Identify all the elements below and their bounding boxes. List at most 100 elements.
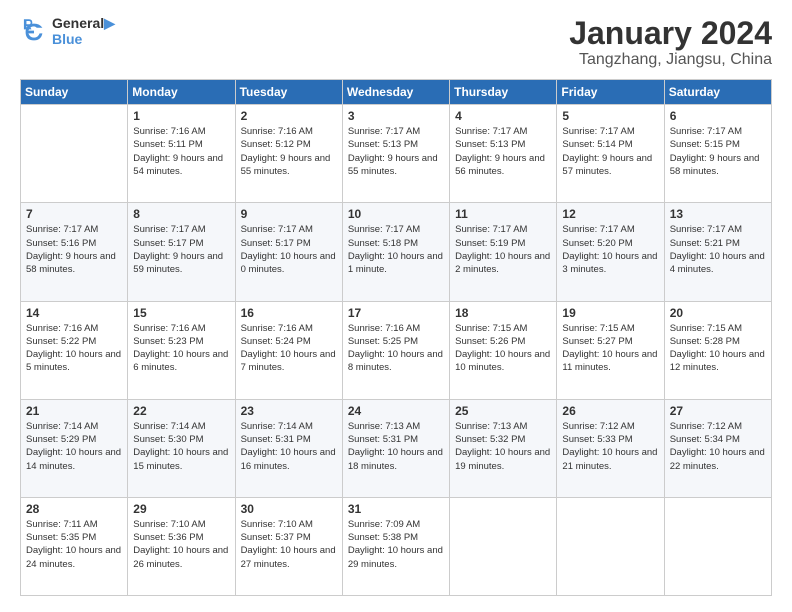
- day-number: 25: [455, 404, 551, 418]
- day-info: Sunrise: 7:16 AMSunset: 5:24 PMDaylight:…: [241, 322, 337, 375]
- day-info: Sunrise: 7:14 AMSunset: 5:31 PMDaylight:…: [241, 420, 337, 473]
- day-info: Sunrise: 7:17 AMSunset: 5:19 PMDaylight:…: [455, 223, 551, 276]
- day-number: 4: [455, 109, 551, 123]
- logo-icon: [20, 18, 48, 46]
- calendar-cell: 3Sunrise: 7:17 AMSunset: 5:13 PMDaylight…: [342, 105, 449, 203]
- day-number: 1: [133, 109, 229, 123]
- day-number: 6: [670, 109, 766, 123]
- calendar-cell: 5 Sunrise: 7:17 AMSunset: 5:14 PMDaylight…: [557, 105, 664, 203]
- calendar-cell: 26Sunrise: 7:12 AMSunset: 5:33 PMDayligh…: [557, 399, 664, 497]
- day-info: Sunrise: 7:12 AMSunset: 5:34 PMDaylight:…: [670, 420, 766, 473]
- day-number: 12: [562, 207, 658, 221]
- day-info: Sunrise: 7:15 AMSunset: 5:26 PMDaylight:…: [455, 322, 551, 375]
- day-info: Sunrise: 7:10 AMSunset: 5:36 PMDaylight:…: [133, 518, 229, 571]
- calendar-cell: 28 Sunrise: 7:11 AMSunset: 5:35 PMDayligh…: [21, 497, 128, 595]
- day-info: Sunrise: 7:17 AMSunset: 5:13 PMDaylight:…: [455, 125, 551, 178]
- calendar-cell: 25 Sunrise: 7:13 AMSunset: 5:32 PMDayligh…: [450, 399, 557, 497]
- calendar: SundayMondayTuesdayWednesdayThursdayFrid…: [20, 79, 772, 596]
- logo-text: General▶ Blue: [52, 16, 115, 47]
- calendar-cell: [450, 497, 557, 595]
- weekday-header-tuesday: Tuesday: [235, 80, 342, 105]
- day-number: 8: [133, 207, 229, 221]
- day-number: 24: [348, 404, 444, 418]
- day-number: 13: [670, 207, 766, 221]
- day-info: Sunrise: 7:10 AMSunset: 5:37 PMDaylight:…: [241, 518, 337, 571]
- location-subtitle: Tangzhang, Jiangsu, China: [569, 51, 772, 69]
- day-number: 16: [241, 306, 337, 320]
- day-number: 11: [455, 207, 551, 221]
- title-block: January 2024 Tangzhang, Jiangsu, China: [569, 16, 772, 69]
- day-info: Sunrise: 7:16 AMSunset: 5:25 PMDaylight:…: [348, 322, 444, 375]
- day-info: Sunrise: 7:17 AMSunset: 5:20 PMDaylight:…: [562, 223, 658, 276]
- day-info: Sunrise: 7:16 AMSunset: 5:23 PMDaylight:…: [133, 322, 229, 375]
- calendar-cell: 17 Sunrise: 7:16 AMSunset: 5:25 PMDayligh…: [342, 301, 449, 399]
- calendar-cell: 16 Sunrise: 7:16 AMSunset: 5:24 PMDayligh…: [235, 301, 342, 399]
- calendar-cell: 9 Sunrise: 7:17 AMSunset: 5:17 PMDaylight…: [235, 203, 342, 301]
- logo-general: General: [52, 15, 104, 31]
- day-number: 19: [562, 306, 658, 320]
- day-number: 22: [133, 404, 229, 418]
- calendar-cell: 27 Sunrise: 7:12 AMSunset: 5:34 PMDayligh…: [664, 399, 771, 497]
- weekday-header-sunday: Sunday: [21, 80, 128, 105]
- weekday-header-monday: Monday: [128, 80, 235, 105]
- day-info: Sunrise: 7:13 AMSunset: 5:31 PMDaylight:…: [348, 420, 444, 473]
- day-number: 3: [348, 109, 444, 123]
- day-number: 9: [241, 207, 337, 221]
- calendar-cell: 14 Sunrise: 7:16 AMSunset: 5:22 PMDayligh…: [21, 301, 128, 399]
- calendar-cell: 22 Sunrise: 7:14 AMSunset: 5:30 PMDayligh…: [128, 399, 235, 497]
- day-number: 15: [133, 306, 229, 320]
- weekday-header-friday: Friday: [557, 80, 664, 105]
- day-number: 27: [670, 404, 766, 418]
- logo-arrow: ▶: [104, 15, 115, 31]
- calendar-cell: [557, 497, 664, 595]
- day-number: 7: [26, 207, 122, 221]
- calendar-cell: 12 Sunrise: 7:17 AMSunset: 5:20 PMDayligh…: [557, 203, 664, 301]
- calendar-cell: [664, 497, 771, 595]
- day-info: Sunrise: 7:17 AMSunset: 5:15 PMDaylight:…: [670, 125, 766, 178]
- calendar-cell: 1Sunrise: 7:16 AMSunset: 5:11 PMDaylight…: [128, 105, 235, 203]
- day-info: Sunrise: 7:11 AMSunset: 5:35 PMDaylight:…: [26, 518, 122, 571]
- day-info: Sunrise: 7:17 AMSunset: 5:17 PMDaylight:…: [241, 223, 337, 276]
- day-number: 14: [26, 306, 122, 320]
- calendar-cell: 19 Sunrise: 7:15 AMSunset: 5:27 PMDayligh…: [557, 301, 664, 399]
- month-title: January 2024: [569, 16, 772, 51]
- day-number: 5: [562, 109, 658, 123]
- weekday-header-saturday: Saturday: [664, 80, 771, 105]
- day-info: Sunrise: 7:14 AMSunset: 5:30 PMDaylight:…: [133, 420, 229, 473]
- day-info: Sunrise: 7:15 AMSunset: 5:27 PMDaylight:…: [562, 322, 658, 375]
- day-info: Sunrise: 7:17 AMSunset: 5:16 PMDaylight:…: [26, 223, 122, 276]
- day-info: Sunrise: 7:16 AMSunset: 5:22 PMDaylight:…: [26, 322, 122, 375]
- day-info: Sunrise: 7:13 AMSunset: 5:32 PMDaylight:…: [455, 420, 551, 473]
- weekday-header-row: SundayMondayTuesdayWednesdayThursdayFrid…: [21, 80, 772, 105]
- calendar-cell: 4 Sunrise: 7:17 AMSunset: 5:13 PMDaylight…: [450, 105, 557, 203]
- calendar-cell: 18Sunrise: 7:15 AMSunset: 5:26 PMDayligh…: [450, 301, 557, 399]
- calendar-cell: 30 Sunrise: 7:10 AMSunset: 5:37 PMDayligh…: [235, 497, 342, 595]
- day-number: 30: [241, 502, 337, 516]
- calendar-cell: 7 Sunrise: 7:17 AMSunset: 5:16 PMDaylight…: [21, 203, 128, 301]
- day-number: 29: [133, 502, 229, 516]
- day-number: 2: [241, 109, 337, 123]
- calendar-cell: 11 Sunrise: 7:17 AMSunset: 5:19 PMDayligh…: [450, 203, 557, 301]
- logo: General▶ Blue: [20, 16, 115, 47]
- day-info: Sunrise: 7:12 AMSunset: 5:33 PMDaylight:…: [562, 420, 658, 473]
- header: General▶ Blue January 2024 Tangzhang, Ji…: [20, 16, 772, 69]
- calendar-cell: [21, 105, 128, 203]
- logo-blue: Blue: [52, 31, 115, 47]
- day-info: Sunrise: 7:17 AMSunset: 5:21 PMDaylight:…: [670, 223, 766, 276]
- day-info: Sunrise: 7:17 AMSunset: 5:17 PMDaylight:…: [133, 223, 229, 276]
- calendar-cell: 13 Sunrise: 7:17 AMSunset: 5:21 PMDayligh…: [664, 203, 771, 301]
- day-number: 31: [348, 502, 444, 516]
- day-info: Sunrise: 7:17 AMSunset: 5:14 PMDaylight:…: [562, 125, 658, 178]
- day-info: Sunrise: 7:15 AMSunset: 5:28 PMDaylight:…: [670, 322, 766, 375]
- calendar-cell: 20Sunrise: 7:15 AMSunset: 5:28 PMDayligh…: [664, 301, 771, 399]
- day-info: Sunrise: 7:14 AMSunset: 5:29 PMDaylight:…: [26, 420, 122, 473]
- calendar-cell: 15 Sunrise: 7:16 AMSunset: 5:23 PMDayligh…: [128, 301, 235, 399]
- calendar-week-row: 1Sunrise: 7:16 AMSunset: 5:11 PMDaylight…: [21, 105, 772, 203]
- day-number: 21: [26, 404, 122, 418]
- day-info: Sunrise: 7:09 AMSunset: 5:38 PMDaylight:…: [348, 518, 444, 571]
- day-number: 23: [241, 404, 337, 418]
- calendar-cell: 24 Sunrise: 7:13 AMSunset: 5:31 PMDayligh…: [342, 399, 449, 497]
- day-number: 28: [26, 502, 122, 516]
- calendar-cell: 23 Sunrise: 7:14 AMSunset: 5:31 PMDayligh…: [235, 399, 342, 497]
- day-number: 17: [348, 306, 444, 320]
